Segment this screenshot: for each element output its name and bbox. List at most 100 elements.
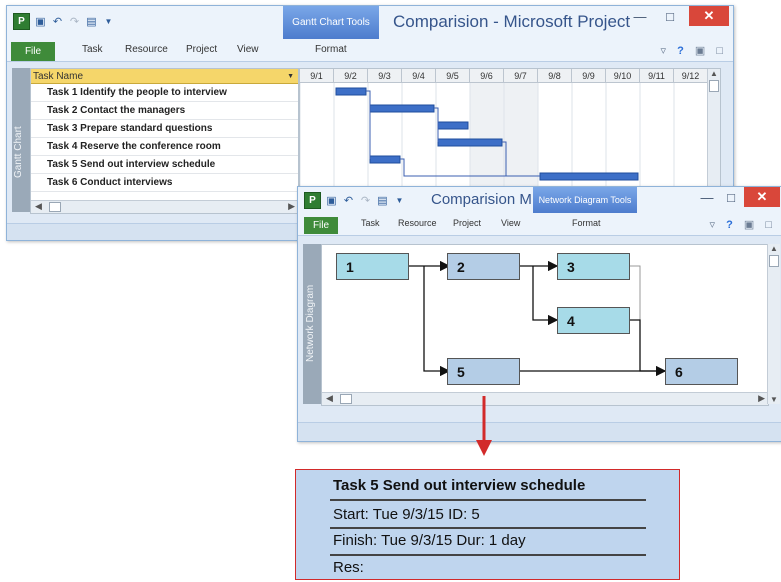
- task-name-header-label: Task Name: [33, 70, 84, 82]
- table-horizontal-scrollbar[interactable]: ◀ ▶: [31, 200, 298, 213]
- network-node-2[interactable]: 2: [447, 253, 520, 280]
- diagram-vertical-scrollbar[interactable]: ▲ ▼: [767, 244, 780, 404]
- minimize-ribbon-icon[interactable]: ▿: [660, 45, 670, 57]
- scroll-thumb[interactable]: [340, 394, 352, 404]
- table-row[interactable]: Task 1 Identify the people to interview: [31, 84, 298, 102]
- diagram-horizontal-scrollbar[interactable]: ◀ ▶: [322, 392, 768, 405]
- tab-file[interactable]: File: [11, 42, 55, 61]
- ribbon-right-icons: ▿ ? ▣ □: [709, 218, 776, 231]
- tab-task[interactable]: Task: [82, 44, 103, 55]
- undo-icon[interactable]: ↶: [51, 15, 64, 28]
- close-button[interactable]: ✕: [689, 6, 729, 26]
- link-3-6: [630, 265, 665, 372]
- tab-project[interactable]: Project: [453, 218, 481, 228]
- gantt-bar[interactable]: [369, 155, 401, 164]
- open-icon[interactable]: ▤: [85, 15, 98, 28]
- gantt-bar[interactable]: [437, 138, 503, 147]
- tab-task[interactable]: Task: [361, 218, 380, 228]
- ribbon-right-icons: ▿ ? ▣ □: [660, 44, 727, 57]
- vscroll-thumb[interactable]: [769, 255, 779, 267]
- minimize-button[interactable]: —: [696, 187, 718, 207]
- table-row[interactable]: Task 2 Contact the managers: [31, 102, 298, 120]
- window-title: Comparision - Microsoft Project: [393, 12, 631, 31]
- scroll-thumb[interactable]: [49, 202, 61, 212]
- gantt-bar[interactable]: [335, 87, 367, 96]
- table-row[interactable]: Task 5 Send out interview schedule: [31, 156, 298, 174]
- tab-resource[interactable]: Resource: [125, 44, 168, 55]
- tab-resource[interactable]: Resource: [398, 218, 437, 228]
- restore-window-icon[interactable]: ▣: [695, 45, 709, 57]
- table-row[interactable]: Task 3 Prepare standard questions: [31, 120, 298, 138]
- minimize-button[interactable]: —: [627, 6, 653, 26]
- network-node-4[interactable]: 4: [557, 307, 630, 334]
- tab-file[interactable]: File: [304, 217, 338, 234]
- network-node-5[interactable]: 5: [447, 358, 520, 385]
- project-app-icon: P: [13, 13, 30, 30]
- vscroll-thumb[interactable]: [709, 80, 719, 92]
- detail-resources: Res:: [333, 559, 364, 576]
- close-doc-icon[interactable]: □: [765, 219, 776, 231]
- customize-qat-icon[interactable]: ▼: [102, 15, 115, 28]
- nonworking-day-shading: [504, 83, 538, 189]
- table-row[interactable]: Task 4 Reserve the conference room: [31, 138, 298, 156]
- tab-format[interactable]: Format: [315, 44, 347, 55]
- project-app-icon: P: [304, 192, 321, 209]
- quick-access-toolbar: P ▣ ↶ ↷ ▤ ▼: [13, 13, 115, 30]
- maximize-button[interactable]: □: [657, 6, 683, 26]
- restore-window-icon[interactable]: ▣: [744, 219, 758, 231]
- quick-access-toolbar: P ▣ ↶ ↷ ▤ ▼: [304, 192, 406, 209]
- table-row[interactable]: Task 6 Conduct interviews: [31, 174, 298, 192]
- tab-view[interactable]: View: [237, 44, 259, 55]
- divider: [330, 554, 646, 556]
- scroll-left-icon[interactable]: ◀: [35, 201, 42, 212]
- link-4-6: [630, 319, 667, 377]
- open-icon[interactable]: ▤: [376, 194, 389, 207]
- ribbon-tabs: File Task Resource Project View Format ▿…: [298, 213, 781, 236]
- undo-icon[interactable]: ↶: [342, 194, 355, 207]
- redo-icon[interactable]: ↷: [68, 15, 81, 28]
- scroll-down-icon[interactable]: ▼: [768, 395, 780, 404]
- status-bar: [298, 422, 781, 441]
- network-node-1[interactable]: 1: [336, 253, 409, 280]
- customize-qat-icon[interactable]: ▼: [393, 194, 406, 207]
- network-diagram-tools-tab[interactable]: Network Diagram Tools: [533, 187, 637, 213]
- network-node-3[interactable]: 3: [557, 253, 630, 280]
- save-icon[interactable]: ▣: [34, 15, 47, 28]
- gantt-bar[interactable]: [539, 172, 639, 181]
- ribbon-tabs: File Task Resource Project View Format ▿…: [7, 39, 733, 62]
- task-name-column-header[interactable]: Task Name ▼: [31, 69, 298, 84]
- network-view-bar[interactable]: Network Diagram: [303, 244, 321, 404]
- nonworking-day-shading: [470, 83, 504, 189]
- link-2-4: [532, 266, 559, 326]
- close-button[interactable]: ✕: [744, 187, 780, 207]
- gantt-bars: [300, 83, 675, 189]
- gantt-bar[interactable]: [437, 121, 469, 130]
- help-icon[interactable]: ?: [726, 219, 737, 231]
- save-icon[interactable]: ▣: [325, 194, 338, 207]
- gantt-chart-tools-tab[interactable]: Gantt Chart Tools: [283, 6, 379, 39]
- help-icon[interactable]: ?: [677, 45, 688, 57]
- scroll-left-icon[interactable]: ◀: [326, 393, 333, 404]
- maximize-button[interactable]: □: [720, 187, 742, 207]
- callout-arrow: [476, 396, 492, 456]
- minimize-ribbon-icon[interactable]: ▿: [709, 219, 719, 231]
- tab-view[interactable]: View: [501, 218, 520, 228]
- close-doc-icon[interactable]: □: [716, 45, 727, 57]
- gantt-bar[interactable]: [369, 104, 435, 113]
- network-diagram-canvas: 1 2 3 4 5 6 ◀ ▶: [321, 244, 769, 406]
- scroll-up-icon[interactable]: ▲: [708, 69, 720, 78]
- scroll-right-icon[interactable]: ▶: [758, 393, 765, 404]
- column-dropdown-icon[interactable]: ▼: [287, 73, 298, 80]
- view-bar-label: Gantt Chart: [13, 126, 24, 178]
- title-bar: P ▣ ↶ ↷ ▤ ▼ Gantt Chart Tools Comparisio…: [7, 6, 733, 39]
- gantt-vertical-scrollbar[interactable]: ▲: [707, 69, 720, 189]
- redo-icon[interactable]: ↷: [359, 194, 372, 207]
- gantt-view-bar[interactable]: Gantt Chart: [12, 68, 30, 212]
- scroll-up-icon[interactable]: ▲: [768, 244, 780, 253]
- network-node-6[interactable]: 6: [665, 358, 738, 385]
- divider: [330, 527, 646, 529]
- tab-project[interactable]: Project: [186, 44, 217, 55]
- scroll-right-icon[interactable]: ▶: [288, 201, 295, 212]
- tab-format[interactable]: Format: [572, 218, 601, 228]
- gantt-chart-area: 9/1 9/2 9/3 9/4 9/5 9/6 9/7 9/8 9/9 9/10 9/11 9/12 …: [299, 68, 721, 190]
